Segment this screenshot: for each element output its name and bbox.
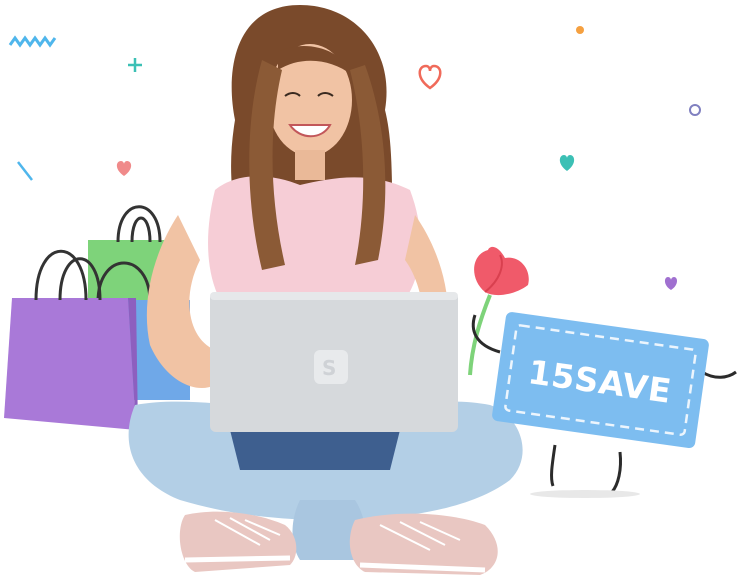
ring-icon xyxy=(689,104,701,116)
woman-figure xyxy=(128,5,523,575)
hero-illustration: S 15SAVE xyxy=(4,5,737,575)
laptop: S xyxy=(210,292,458,432)
laptop-logo-letter: S xyxy=(322,356,336,380)
heart-icon xyxy=(664,277,678,290)
dot-icon xyxy=(576,26,584,34)
heart-icon xyxy=(116,161,132,176)
heart-icon xyxy=(559,155,575,171)
flower-stem xyxy=(468,294,492,376)
purple-bag xyxy=(4,298,136,430)
heart-icon xyxy=(418,64,442,90)
pink-shirt xyxy=(208,176,421,300)
plus-icon xyxy=(128,58,142,72)
left-shoe xyxy=(179,511,297,572)
zigzag-icon xyxy=(8,35,57,48)
slash-icon xyxy=(17,161,33,181)
